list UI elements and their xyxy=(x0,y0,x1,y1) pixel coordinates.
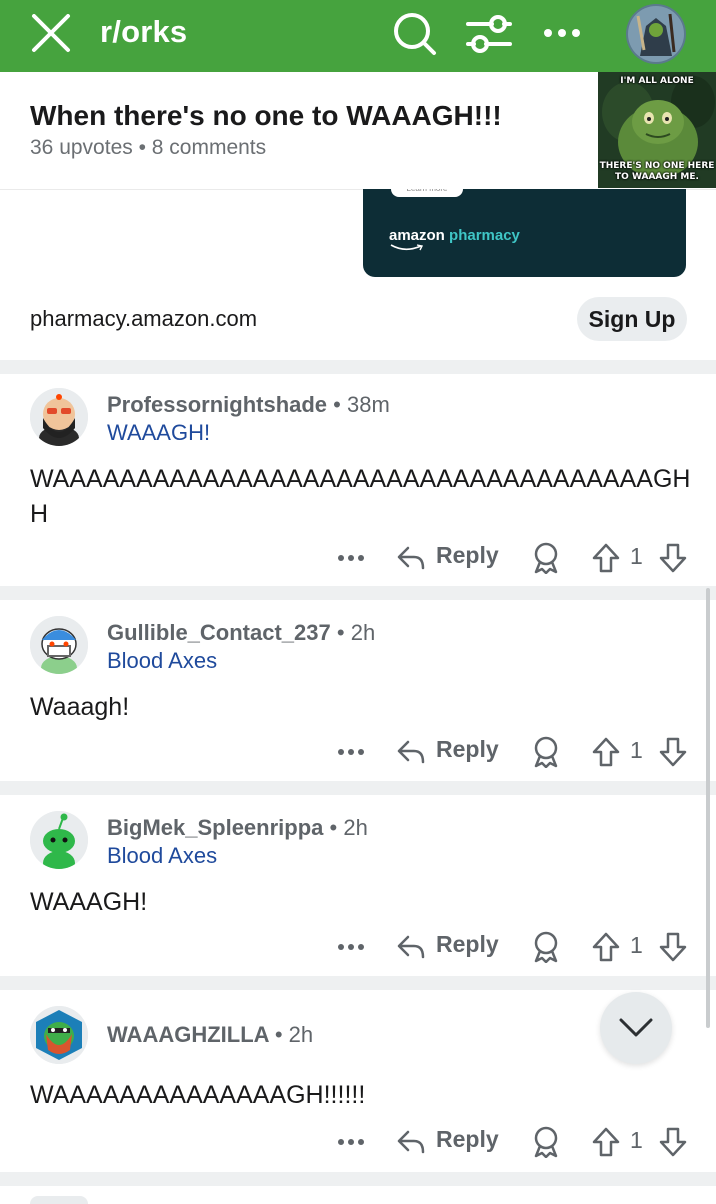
vote-count: 1 xyxy=(630,1127,643,1153)
reply-button[interactable]: Reply xyxy=(436,931,499,958)
comment-author[interactable]: BigMek_Spleenrippa • 2h xyxy=(107,815,368,841)
comment-avatar[interactable] xyxy=(30,1006,88,1064)
thumbnail-caption-line2: TO WAAAGH ME. xyxy=(615,172,699,182)
more-options-icon[interactable] xyxy=(336,1130,366,1154)
more-options-icon[interactable] xyxy=(542,18,582,48)
next-comment-avatar-partial xyxy=(30,1196,88,1204)
jump-to-next-comment-button[interactable] xyxy=(600,992,672,1064)
comment-author[interactable]: Gullible_Contact_237 • 2h xyxy=(107,620,375,646)
thumbnail-caption-bottom: THERE'S NO ONE HERE TO WAAAGH ME. xyxy=(598,161,716,183)
award-icon[interactable] xyxy=(532,931,560,963)
upvote-icon[interactable] xyxy=(591,931,621,963)
reply-icon[interactable] xyxy=(396,1128,426,1156)
reply-icon[interactable] xyxy=(396,933,426,961)
award-icon[interactable] xyxy=(532,1126,560,1158)
vote-count: 1 xyxy=(630,932,643,958)
comment-age: 2h xyxy=(350,620,376,645)
comment-avatar[interactable] xyxy=(30,616,88,674)
comment-body: WAAAAAAAAAAAAAAGH!!!!!! xyxy=(30,1081,366,1109)
comment-age: 38m xyxy=(347,392,390,417)
separator xyxy=(0,976,716,990)
close-icon[interactable] xyxy=(30,14,72,54)
comment-avatar[interactable] xyxy=(30,811,88,869)
vote-count: 1 xyxy=(630,543,643,569)
author-name[interactable]: BigMek_Spleenrippa xyxy=(107,815,323,840)
comment-body: Waaagh! xyxy=(30,693,130,721)
downvote-icon[interactable] xyxy=(658,542,688,574)
award-icon[interactable] xyxy=(532,736,560,768)
author-name[interactable]: Gullible_Contact_237 xyxy=(107,620,331,645)
separator xyxy=(0,1172,716,1186)
reply-button[interactable]: Reply xyxy=(436,736,499,763)
comment-author[interactable]: WAAAGHZILLA • 2h xyxy=(107,1022,313,1048)
comment-avatar[interactable] xyxy=(30,388,88,446)
reply-icon[interactable] xyxy=(396,738,426,766)
reply-icon[interactable] xyxy=(396,544,426,572)
downvote-icon[interactable] xyxy=(658,931,688,963)
search-icon[interactable] xyxy=(392,10,438,56)
user-flair: Blood Axes xyxy=(107,843,218,868)
reply-button[interactable]: Reply xyxy=(436,542,499,569)
amazon-smile-icon xyxy=(390,244,424,251)
author-name[interactable]: Professornightshade xyxy=(107,392,327,417)
separator xyxy=(0,781,716,795)
comment-body: WAAAAAAAAAAAAAAAAAAAAAAAAAAAAAAAAAAAAGHH xyxy=(30,465,691,528)
separator xyxy=(0,586,716,600)
user-avatar[interactable] xyxy=(626,4,686,64)
separator xyxy=(0,360,716,374)
more-options-icon[interactable] xyxy=(336,935,366,959)
post-meta: 36 upvotes • 8 comments xyxy=(30,136,267,159)
subreddit-title[interactable]: r/orks xyxy=(100,14,187,50)
thumbnail-caption-top: I'M ALL ALONE xyxy=(620,76,694,86)
upvote-icon[interactable] xyxy=(591,736,621,768)
ad-image[interactable]: Learn more amazon pharmacy xyxy=(363,189,686,277)
downvote-icon[interactable] xyxy=(658,736,688,768)
downvote-icon[interactable] xyxy=(658,1126,688,1158)
upvote-icon[interactable] xyxy=(591,1126,621,1158)
sign-up-button[interactable]: Sign Up xyxy=(577,297,687,341)
comment-age: 2h xyxy=(288,1022,314,1047)
scrollbar[interactable] xyxy=(706,588,710,1028)
separator-dot: • xyxy=(333,392,341,417)
comment: BigMek_Spleenrippa • 2h Blood Axes WAAAG… xyxy=(0,795,716,975)
ad-learn-more-button[interactable]: Learn more xyxy=(391,189,463,197)
comment-actions: Reply 1 xyxy=(0,927,716,967)
separator-dot: • xyxy=(329,815,338,840)
post-header[interactable]: When there's no one to WAAAGH!!! 36 upvo… xyxy=(0,72,716,190)
post-title[interactable]: When there's no one to WAAAGH!!! xyxy=(30,100,502,132)
upvote-icon[interactable] xyxy=(591,542,621,574)
comment-age: 2h xyxy=(343,815,368,840)
chevron-down-icon xyxy=(619,1018,653,1037)
ad-domain[interactable]: pharmacy.amazon.com xyxy=(30,306,257,332)
thumbnail-caption-line1: THERE'S NO ONE HERE xyxy=(599,161,715,171)
user-flair: WAAAGH! xyxy=(107,420,211,445)
user-flair: Blood Axes xyxy=(107,648,218,673)
separator-dot: • xyxy=(274,1022,283,1047)
comment-actions: Reply 1 xyxy=(0,1122,716,1162)
comment-author[interactable]: Professornightshade • 38m xyxy=(107,392,390,418)
more-options-icon[interactable] xyxy=(336,740,366,764)
comment-body: WAAAGH! xyxy=(30,888,148,916)
separator-dot: • xyxy=(336,620,345,645)
ad-brand-product: pharmacy xyxy=(449,227,520,244)
more-options-icon[interactable] xyxy=(336,546,366,570)
comment-actions: Reply 1 xyxy=(0,538,716,578)
comment: Gullible_Contact_237 • 2h Blood Axes Waa… xyxy=(0,600,716,780)
comment: Professornightshade • 38m WAAAGH! WAAAAA… xyxy=(0,374,716,586)
ad-brand-logo: amazon pharmacy xyxy=(389,227,520,244)
ad-brand-name: amazon xyxy=(389,227,445,244)
filter-icon[interactable] xyxy=(466,14,512,54)
post-thumbnail[interactable]: I'M ALL ALONE THERE'S NO ONE HERE TO WAA… xyxy=(598,72,716,188)
reply-button[interactable]: Reply xyxy=(436,1126,499,1153)
vote-count: 1 xyxy=(630,737,643,763)
author-name[interactable]: WAAAGHZILLA xyxy=(107,1022,269,1047)
award-icon[interactable] xyxy=(532,542,560,574)
comment-actions: Reply 1 xyxy=(0,732,716,772)
top-bar: r/orks xyxy=(0,0,716,72)
